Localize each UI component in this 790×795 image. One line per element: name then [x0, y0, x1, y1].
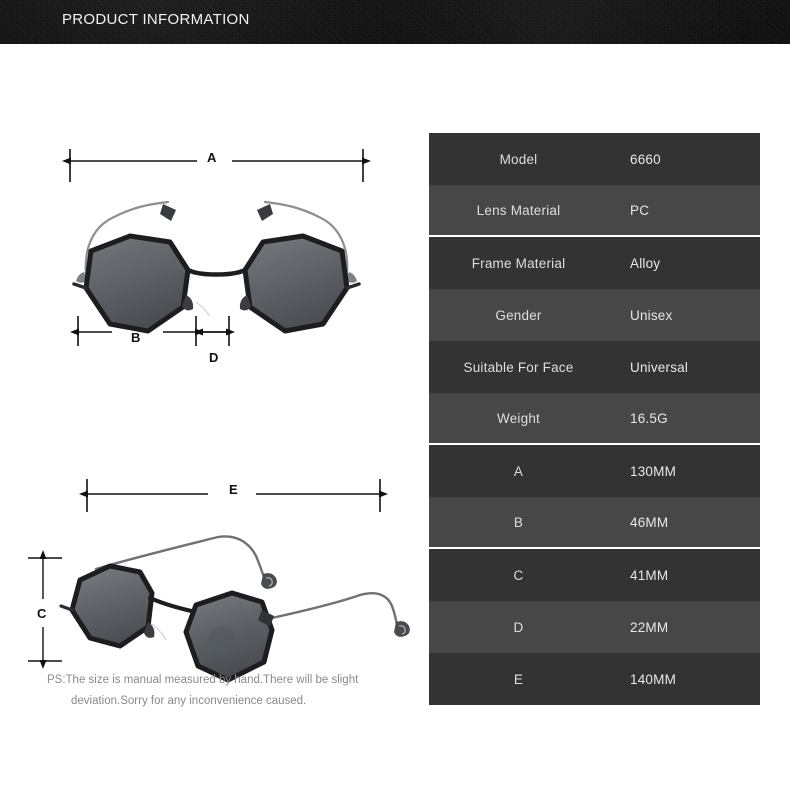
dimension-label-d: D [209, 350, 219, 365]
sunglasses-front-view-diagram [62, 149, 371, 346]
spec-value: 6660 [630, 151, 661, 167]
table-row: Model 6660 [429, 133, 760, 185]
spec-label: E [513, 671, 524, 687]
dimension-d-line [194, 316, 235, 346]
nose-pad-highlight [195, 301, 211, 317]
nose-pads-front [182, 295, 251, 311]
spec-value: 16.5G [630, 410, 668, 426]
spec-value: 130MM [630, 463, 677, 479]
spec-label: Weight [497, 410, 540, 426]
spec-value: 41MM [630, 567, 669, 583]
far-temple-tip [261, 573, 277, 589]
bridge-front [185, 267, 248, 277]
table-row: Lens Material PC [429, 185, 760, 237]
right-lens-angled [183, 590, 275, 683]
disclaimer-line-2: deviation.Sorry for any inconvenience ca… [71, 695, 307, 707]
spec-value: PC [630, 202, 650, 218]
spec-label: C [513, 567, 524, 583]
spec-label: Lens Material [476, 202, 561, 218]
spec-value: Alloy [630, 255, 661, 271]
table-row: Frame Material Alloy [429, 237, 760, 289]
dimension-a-line [62, 149, 371, 182]
spec-label: B [513, 514, 524, 530]
specification-table: Model 6660 Lens Material PC Frame Materi… [429, 131, 760, 707]
near-temple-arm [256, 592, 399, 627]
table-row: A 130MM [429, 445, 760, 497]
disclaimer-line-1: PS:The size is manual measured by hand.T… [47, 674, 359, 686]
dimension-label-b: B [131, 330, 141, 345]
spec-label: Model [499, 151, 538, 167]
nose-pads-angled [144, 622, 167, 641]
spec-value: 46MM [630, 514, 669, 530]
hinge-nubs-front [160, 204, 273, 221]
table-row: C 41MM [429, 549, 760, 601]
spec-label: D [513, 619, 524, 635]
spec-value: 140MM [630, 671, 677, 687]
dimension-label-c: C [37, 606, 47, 621]
measurement-disclaimer: PS:The size is manual measured by hand.T… [47, 670, 392, 712]
table-row: B 46MM [429, 497, 760, 549]
spec-label: Gender [495, 307, 542, 323]
spec-label: Suitable For Face [463, 359, 574, 375]
spec-label: A [513, 463, 524, 479]
left-lens-front [83, 233, 191, 334]
dimension-label-e: E [229, 482, 238, 497]
right-lens-front [242, 233, 350, 334]
spec-value: Universal [630, 359, 689, 375]
spec-value: Unisex [630, 307, 673, 323]
header-banner: PRODUCT INFORMATION [0, 0, 790, 44]
bridge-angled [147, 595, 199, 615]
table-row: Weight 16.5G [429, 393, 760, 445]
table-row: D 22MM [429, 601, 760, 653]
left-lens-angled [69, 563, 155, 649]
sunglasses-angled-view-diagram [28, 479, 410, 683]
near-temple-tip [394, 621, 410, 637]
spec-label: Frame Material [471, 255, 566, 271]
table-row: E 140MM [429, 653, 760, 705]
spec-value: 22MM [630, 619, 669, 635]
table-row: Gender Unisex [429, 289, 760, 341]
table-row: Suitable For Face Universal [429, 341, 760, 393]
dimension-label-a: A [207, 150, 217, 165]
page-title: PRODUCT INFORMATION [62, 11, 250, 28]
